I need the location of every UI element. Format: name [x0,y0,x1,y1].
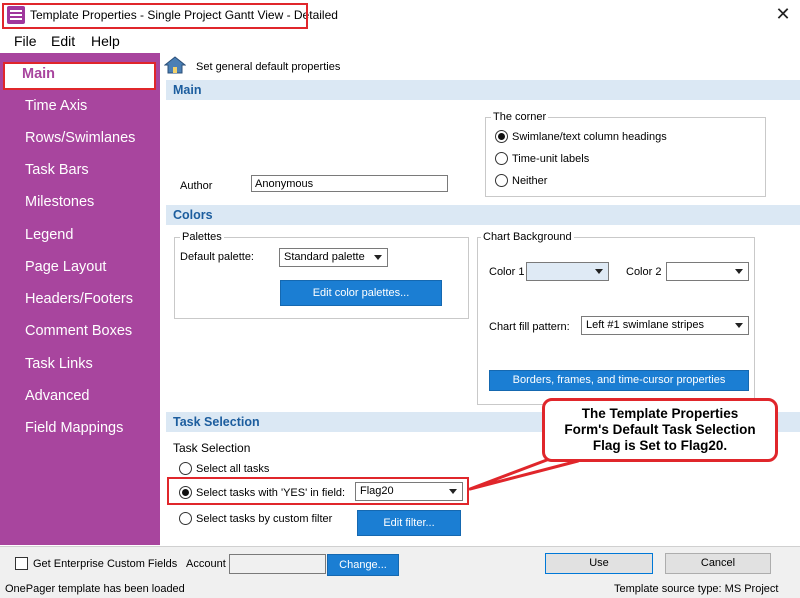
color2-select[interactable] [666,262,749,281]
select-all-tasks-radio[interactable] [179,462,192,475]
corner-option-time-unit-label: Time-unit labels [512,153,590,165]
sidebar-item-legend[interactable]: Legend [25,227,73,243]
chevron-down-icon [735,323,743,328]
chevron-down-icon [595,269,603,274]
home-icon [164,56,186,74]
close-icon[interactable]: ✕ [772,3,794,25]
corner-option-neither-radio[interactable] [495,174,508,187]
sidebar-item-comment-boxes[interactable]: Comment Boxes [25,323,132,339]
edit-filter-button[interactable]: Edit filter... [357,510,461,536]
select-all-tasks-label: Select all tasks [196,463,270,475]
select-custom-filter-radio[interactable] [179,512,192,525]
sidebar-item-main-label: Main [22,66,56,82]
sidebar-item-advanced[interactable]: Advanced [25,388,90,404]
flag-highlight-box [167,477,469,505]
color1-select[interactable] [526,262,609,281]
default-palette-label: Default palette: [180,251,254,263]
menu-edit[interactable]: Edit [51,32,75,50]
borders-frames-button[interactable]: Borders, frames, and time-cursor propert… [489,370,749,391]
default-palette-value: Standard palette [284,251,365,263]
annotation-callout: The Template Properties Form's Default T… [542,398,778,462]
main-section-title: Main [173,83,202,97]
callout-line-3: Flag is Set to Flag20. [592,438,728,453]
fill-pattern-select[interactable]: Left #1 swimlane stripes [581,316,749,335]
task-selection-sub-label: Task Selection [173,441,251,455]
sidebar-item-task-bars[interactable]: Task Bars [25,162,89,178]
menu-file[interactable]: File [14,32,37,50]
color2-label: Color 2 [626,266,662,278]
corner-option-swimlane-radio[interactable] [495,130,508,143]
author-label: Author [180,180,213,192]
colors-section-title: Colors [173,208,213,222]
sidebar-item-rows-swimlanes[interactable]: Rows/Swimlanes [25,130,135,146]
callout-line-2: Form's Default Task Selection [564,422,756,437]
default-palette-select[interactable]: Standard palette [279,248,388,267]
account-label: Account [186,558,226,570]
chevron-down-icon [735,269,743,274]
sidebar-item-milestones[interactable]: Milestones [25,194,94,210]
palettes-group-legend: Palettes [180,231,224,243]
cancel-button[interactable]: Cancel [665,553,771,574]
color1-label: Color 1 [489,266,525,278]
use-button[interactable]: Use [545,553,653,574]
select-custom-filter-label: Select tasks by custom filter [196,513,333,525]
fill-pattern-value: Left #1 swimlane stripes [586,319,704,331]
sidebar-item-task-links[interactable]: Task Links [25,356,93,372]
change-button[interactable]: Change... [327,554,399,576]
chevron-down-icon [374,255,382,260]
main-section-bar [166,80,800,100]
enterprise-fields-label: Get Enterprise Custom Fields [33,558,178,570]
colors-section-bar [166,205,800,225]
task-selection-section-title: Task Selection [173,415,260,429]
sidebar-item-time-axis[interactable]: Time Axis [25,98,87,114]
header-description: Set general default properties [196,61,341,73]
edit-color-palettes-button[interactable]: Edit color palettes... [280,280,442,306]
corner-option-neither-label: Neither [512,175,548,187]
sidebar-item-headers-footers[interactable]: Headers/Footers [25,291,133,307]
enterprise-fields-checkbox[interactable] [15,557,28,570]
sidebar-item-page-layout[interactable]: Page Layout [25,259,106,275]
chart-background-legend: Chart Background [481,231,574,243]
title-highlight-box [2,3,308,29]
menu-bar: File Edit Help [0,32,800,52]
source-type-text: Template source type: MS Project [614,583,779,595]
corner-group-legend: The corner [491,111,549,123]
author-field[interactable]: Anonymous [251,175,448,192]
corner-option-swimlane-label: Swimlane/text column headings [512,131,667,143]
status-text: OnePager template has been loaded [5,583,185,595]
account-field[interactable] [229,554,326,574]
sidebar-item-field-mappings[interactable]: Field Mappings [25,420,123,436]
fill-pattern-label: Chart fill pattern: [489,321,570,333]
corner-option-time-unit-radio[interactable] [495,152,508,165]
callout-line-1: The Template Properties [581,406,739,421]
menu-help[interactable]: Help [91,32,120,50]
